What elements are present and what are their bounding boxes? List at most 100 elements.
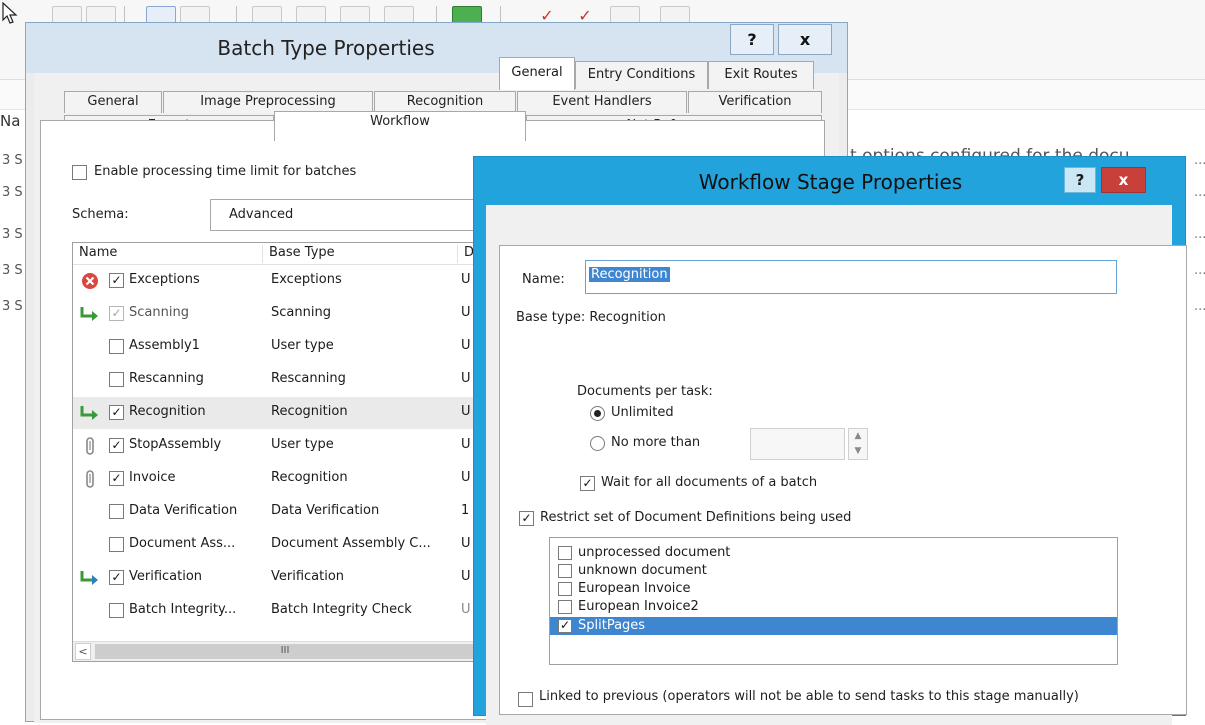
wait-all-documents-checkbox[interactable]: ✓ <box>580 476 595 491</box>
stage-d-value: U <box>461 305 471 320</box>
stage-tab-general[interactable]: General <box>499 57 575 90</box>
stage-enabled-checkbox[interactable]: ✓ <box>109 273 124 288</box>
column-header-name[interactable]: Name <box>73 245 263 263</box>
document-definition-item-selected[interactable]: ✓ SplitPages <box>550 617 1117 635</box>
stage-d-value: U <box>461 536 471 551</box>
stage-enabled-checkbox[interactable] <box>109 372 124 387</box>
name-label: Name: <box>522 272 565 287</box>
batch-help-button[interactable]: ? <box>730 24 774 55</box>
background-row-ellipsis: ... <box>1194 299 1205 314</box>
definition-checkbox[interactable] <box>558 600 572 614</box>
tab-general[interactable]: General <box>64 91 162 113</box>
spinner-up-icon[interactable]: ▲ <box>849 429 867 444</box>
schema-select[interactable]: Advanced <box>210 199 510 231</box>
no-more-than-radio[interactable] <box>590 436 605 451</box>
background-row-ellipsis: ... <box>1194 227 1205 242</box>
stage-enabled-checkbox[interactable]: ✓ <box>109 471 124 486</box>
stage-base-type: Batch Integrity Check <box>271 602 412 617</box>
stage-row-verification[interactable]: ✓ Verification Verification U <box>73 562 481 594</box>
definition-checkbox[interactable] <box>558 546 572 560</box>
stage-tab-exit-routes[interactable]: Exit Routes <box>708 61 814 89</box>
definition-label: European Invoice2 <box>578 599 699 614</box>
document-definition-item[interactable]: unknown document <box>550 562 1117 580</box>
stage-enabled-checkbox[interactable] <box>109 339 124 354</box>
stage-row-invoice[interactable]: ✓ Invoice Recognition U <box>73 463 481 495</box>
stages-list-header: Name Base Type D <box>73 243 481 265</box>
stage-name: Batch Integrity... <box>129 602 237 617</box>
stage-name: Recognition <box>129 404 206 419</box>
stage-row-batch-integrity[interactable]: Batch Integrity... Batch Integrity Check… <box>73 595 481 627</box>
column-header-base-type[interactable]: Base Type <box>263 245 458 263</box>
stage-base-type: Verification <box>271 569 345 584</box>
document-definition-item[interactable]: European Invoice <box>550 580 1117 598</box>
stage-row-assembly1[interactable]: Assembly1 User type U <box>73 331 481 363</box>
stage-name-input[interactable]: Recognition <box>585 260 1117 294</box>
linked-to-previous-checkbox[interactable] <box>518 692 533 707</box>
restrict-definitions-checkbox[interactable]: ✓ <box>519 511 534 526</box>
scroll-left-button[interactable]: < <box>75 643 91 660</box>
stage-name: Scanning <box>129 305 189 320</box>
stage-close-button[interactable]: x <box>1101 167 1146 193</box>
definition-label: European Invoice <box>578 581 691 596</box>
stages-horizontal-scrollbar[interactable]: < III <box>73 641 481 661</box>
route-arrow-icon <box>80 406 98 420</box>
stage-row-recognition[interactable]: ✓ Recognition Recognition U <box>73 397 481 429</box>
stage-row-data-verification[interactable]: Data Verification Data Verification 1 <box>73 496 481 528</box>
definition-checkbox[interactable] <box>558 582 572 596</box>
background-row-glyph: 3 S <box>2 227 23 242</box>
document-definition-item[interactable]: unprocessed document <box>550 544 1117 562</box>
document-definition-item[interactable]: European Invoice2 <box>550 598 1117 616</box>
stage-enabled-checkbox[interactable] <box>109 504 124 519</box>
tab-recognition[interactable]: Recognition <box>374 91 516 113</box>
stage-name-value: Recognition <box>589 267 670 282</box>
stage-enabled-checkbox[interactable]: ✓ <box>109 306 124 321</box>
definition-checkbox[interactable]: ✓ <box>558 619 572 633</box>
wait-all-documents-label: Wait for all documents of a batch <box>601 475 818 490</box>
background-name-column-label: Na <box>0 112 21 130</box>
stage-name: Verification <box>129 569 203 584</box>
background-row-glyph: 3 S <box>2 263 23 278</box>
clip-icon <box>86 437 94 455</box>
stage-d-value: U <box>461 437 471 452</box>
stage-enabled-checkbox[interactable]: ✓ <box>109 438 124 453</box>
no-more-than-input[interactable] <box>750 428 845 460</box>
stage-enabled-checkbox[interactable]: ✓ <box>109 405 124 420</box>
tab-workflow[interactable]: Workflow <box>274 111 526 141</box>
tab-image-preprocessing[interactable]: Image Preprocessing <box>163 91 373 113</box>
stage-tab-entry-conditions[interactable]: Entry Conditions <box>575 61 708 89</box>
unlimited-radio[interactable] <box>590 406 605 421</box>
stage-base-type: Recognition <box>271 470 348 485</box>
no-more-than-spinner[interactable]: ▲ ▼ <box>848 428 868 460</box>
workflow-stages-list[interactable]: Name Base Type D ✓ Exceptions Exceptions… <box>72 242 482 662</box>
stage-help-button[interactable]: ? <box>1064 167 1096 193</box>
stage-name: Exceptions <box>129 272 200 287</box>
stage-row-stopassembly[interactable]: ✓ StopAssembly User type U <box>73 430 481 462</box>
time-limit-checkbox[interactable] <box>72 165 87 180</box>
stage-row-rescanning[interactable]: Rescanning Rescanning U <box>73 364 481 396</box>
stage-name: Rescanning <box>129 371 204 386</box>
batch-close-button[interactable]: x <box>778 24 832 55</box>
tab-event-handlers[interactable]: Event Handlers <box>517 91 687 113</box>
tab-verification[interactable]: Verification <box>688 91 822 113</box>
stage-base-type: Data Verification <box>271 503 380 518</box>
spinner-down-icon[interactable]: ▼ <box>849 444 867 459</box>
definition-checkbox[interactable] <box>558 564 572 578</box>
stage-enabled-checkbox[interactable] <box>109 603 124 618</box>
document-definitions-list[interactable]: unprocessed document unknown document Eu… <box>549 537 1118 665</box>
route-arrow-icon <box>80 307 98 321</box>
restrict-definitions-label: Restrict set of Document Definitions bei… <box>540 510 852 525</box>
stage-enabled-checkbox[interactable] <box>109 537 124 552</box>
stage-name: Document Ass... <box>129 536 236 551</box>
definition-label: unprocessed document <box>578 545 731 560</box>
stage-d-value: U <box>461 569 471 584</box>
stage-enabled-checkbox[interactable]: ✓ <box>109 570 124 585</box>
stage-base-type: Scanning <box>271 305 331 320</box>
stage-row-document-assembly[interactable]: Document Ass... Document Assembly C... U <box>73 529 481 561</box>
scroll-thumb[interactable]: III <box>95 644 475 659</box>
background-row-ellipsis: ... <box>1194 153 1205 168</box>
stage-base-type: User type <box>271 338 334 353</box>
stage-row-scanning[interactable]: ✓ Scanning Scanning U <box>73 298 481 330</box>
stage-row-exceptions[interactable]: ✓ Exceptions Exceptions U <box>73 265 481 297</box>
background-row-glyph: 3 S <box>2 299 23 314</box>
schema-label: Schema: <box>72 207 129 222</box>
